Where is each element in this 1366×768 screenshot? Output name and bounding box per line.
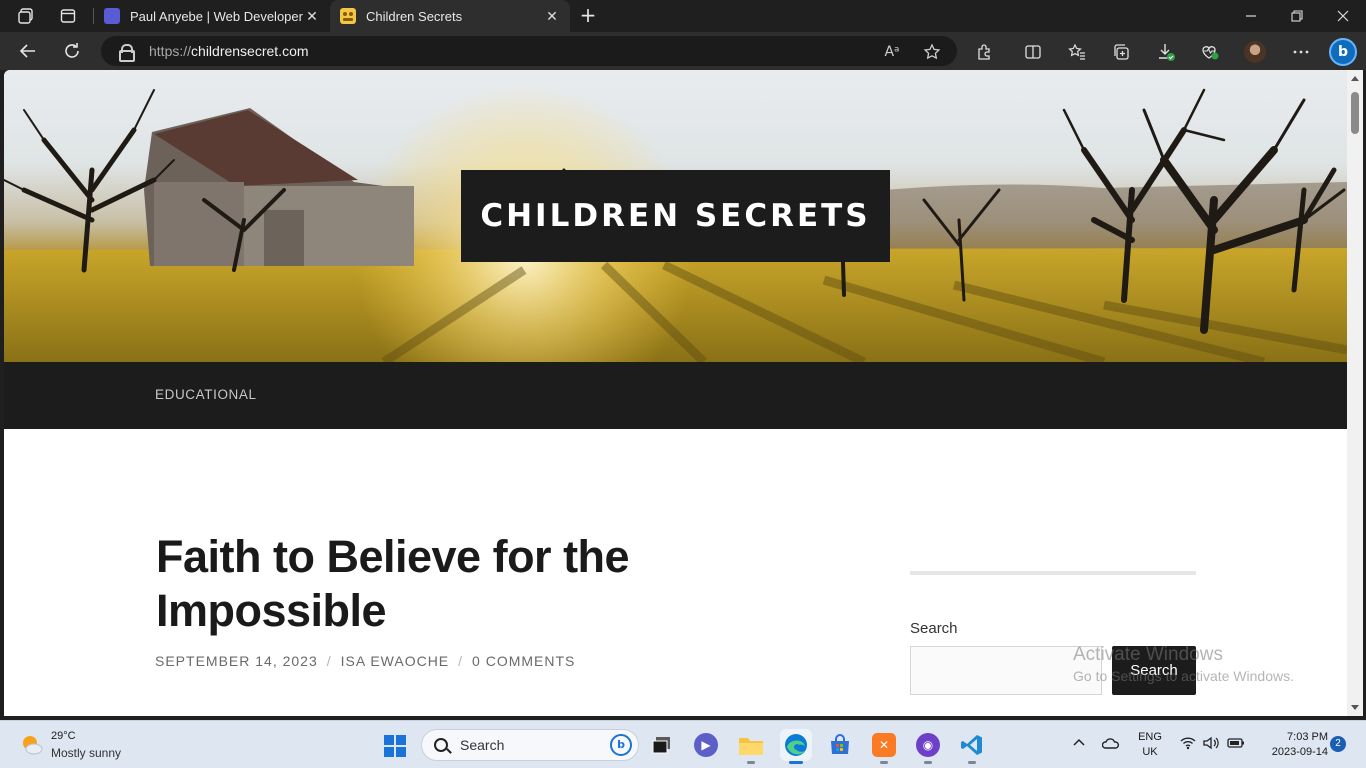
weather-temperature: 29°C [51,730,76,742]
github-desktop-button[interactable]: ◉ [912,729,944,764]
url-host: childrensecret.com [191,43,309,59]
language-region: UK [1142,746,1158,758]
show-hidden-icons-icon[interactable] [1072,736,1086,754]
clock-date: 2023-09-14 [1271,746,1328,758]
tab-title: Children Secrets [366,8,463,24]
task-view-icon [652,737,670,754]
clock-time: 7:03 PM [1287,731,1328,743]
vscode-button[interactable] [956,729,988,764]
page-scrollbar[interactable] [1347,70,1363,716]
url-protocol: https:// [149,43,192,59]
notification-badge[interactable]: 2 [1330,736,1346,752]
address-bar[interactable]: https:// childrensecret.com Aᵃ [101,36,957,66]
volume-icon[interactable] [1203,736,1219,754]
new-tab-button[interactable]: + [576,4,600,28]
tab-title: Paul Anyebe | Web Developer [130,8,303,24]
more-options-icon[interactable] [1290,41,1312,63]
xampp-icon: ✕ [872,733,896,757]
primary-menu: EDUCATIONAL [4,362,1347,429]
web-page: CHILDREN SECRETS EDUCATIONAL Faith to Be… [4,70,1347,716]
tab-children-secrets[interactable]: Children Secrets ✕ [330,0,570,32]
close-tab-icon[interactable]: ✕ [544,8,560,25]
avatar [1244,41,1266,63]
refresh-button[interactable] [58,38,86,64]
scroll-thumb[interactable] [1351,92,1359,134]
close-tab-icon[interactable]: ✕ [304,8,320,25]
windows-taskbar: 29°C Mostly sunny Search b ▶ ✕ ◉ ENG UK … [0,720,1366,768]
post-date[interactable]: SEPTEMBER 14, 2023 [155,653,318,669]
scroll-up-arrow-icon[interactable] [1351,76,1359,81]
lock-icon[interactable] [119,44,135,62]
bing-icon[interactable]: b [610,734,632,756]
browser-essentials-icon[interactable] [1199,41,1221,63]
site-title: CHILDREN SECRETS [480,198,871,234]
weather-description: Mostly sunny [51,746,122,760]
watermark-title: Activate Windows [1073,644,1223,665]
back-button[interactable] [14,38,42,64]
bing-copilot-icon: b [1329,38,1357,66]
edge-browser-icon [785,734,807,756]
vscode-icon [961,735,982,755]
watermark-subtitle: Go to Settings to activate Windows. [1073,668,1294,684]
wifi-icon[interactable] [1180,736,1196,754]
tab-paul-anyebe[interactable]: Paul Anyebe | Web Developer ✕ [94,0,330,32]
restore-button[interactable] [1274,0,1320,32]
profile-avatar[interactable] [1244,41,1266,63]
favorite-star-icon[interactable] [923,43,941,61]
collections-icon[interactable] [1110,41,1132,63]
tab-favicon-icon [340,8,356,24]
tab-favicon-icon [104,8,120,24]
tab-bar: Paul Anyebe | Web Developer ✕ Children S… [0,0,1366,32]
workspaces-icon[interactable] [14,4,38,28]
split-screen-icon[interactable] [1022,41,1044,63]
file-explorer-button[interactable] [735,729,767,764]
close-window-button[interactable] [1320,0,1366,32]
widget-divider [910,571,1196,575]
taskbar-search[interactable]: Search b [421,729,639,761]
extensions-icon[interactable] [974,41,996,63]
task-view-button[interactable] [646,729,678,761]
sun-cloud-icon [23,736,43,755]
onedrive-sync-icon[interactable] [1101,736,1120,756]
windows-logo-icon [384,735,394,745]
xampp-button[interactable]: ✕ [868,729,900,764]
search-widget-label: Search [910,620,958,637]
chat-icon: ▶ [694,733,718,757]
address-toolbar: https:// childrensecret.com Aᵃ b [0,32,1366,70]
microsoft-store-button[interactable] [824,729,856,761]
teams-chat-button[interactable]: ▶ [690,729,722,761]
folder-icon [739,738,763,755]
copilot-button[interactable]: b [1328,37,1358,67]
github-icon: ◉ [916,733,940,757]
header-image: CHILDREN SECRETS [4,70,1347,362]
taskbar-search-placeholder: Search [460,737,505,753]
system-clock[interactable]: 7:03 PM 2023-09-14 [1252,730,1328,760]
activate-windows-watermark: Activate Windows Go to Settings to activ… [1073,644,1294,684]
post-author[interactable]: ISA EWAOCHE [341,653,450,669]
tab-actions-icon[interactable] [56,4,80,28]
meta-separator: / [326,653,332,669]
post-comments[interactable]: 0 COMMENTS [472,653,575,669]
language-indicator[interactable]: ENG UK [1136,730,1164,760]
post-meta: SEPTEMBER 14, 2023 / ISA EWAOCHE / 0 COMMENT… [155,653,575,669]
minimize-button[interactable] [1228,0,1274,32]
scroll-down-arrow-icon[interactable] [1351,705,1359,710]
site-title-link[interactable]: CHILDREN SECRETS [461,170,890,262]
post-title[interactable]: Faith to Believe for the Impossible [156,530,756,638]
store-icon [831,734,849,754]
search-icon [434,738,448,752]
menu-item-educational[interactable]: EDUCATIONAL [155,387,257,402]
read-aloud-icon[interactable]: Aᵃ [883,43,901,61]
downloads-icon[interactable] [1155,41,1177,63]
battery-icon[interactable] [1227,736,1245,754]
favorites-icon[interactable] [1066,41,1088,63]
edge-button[interactable] [780,729,812,764]
meta-separator: / [458,653,464,669]
language-code: ENG [1138,731,1162,743]
start-button[interactable] [384,735,406,757]
